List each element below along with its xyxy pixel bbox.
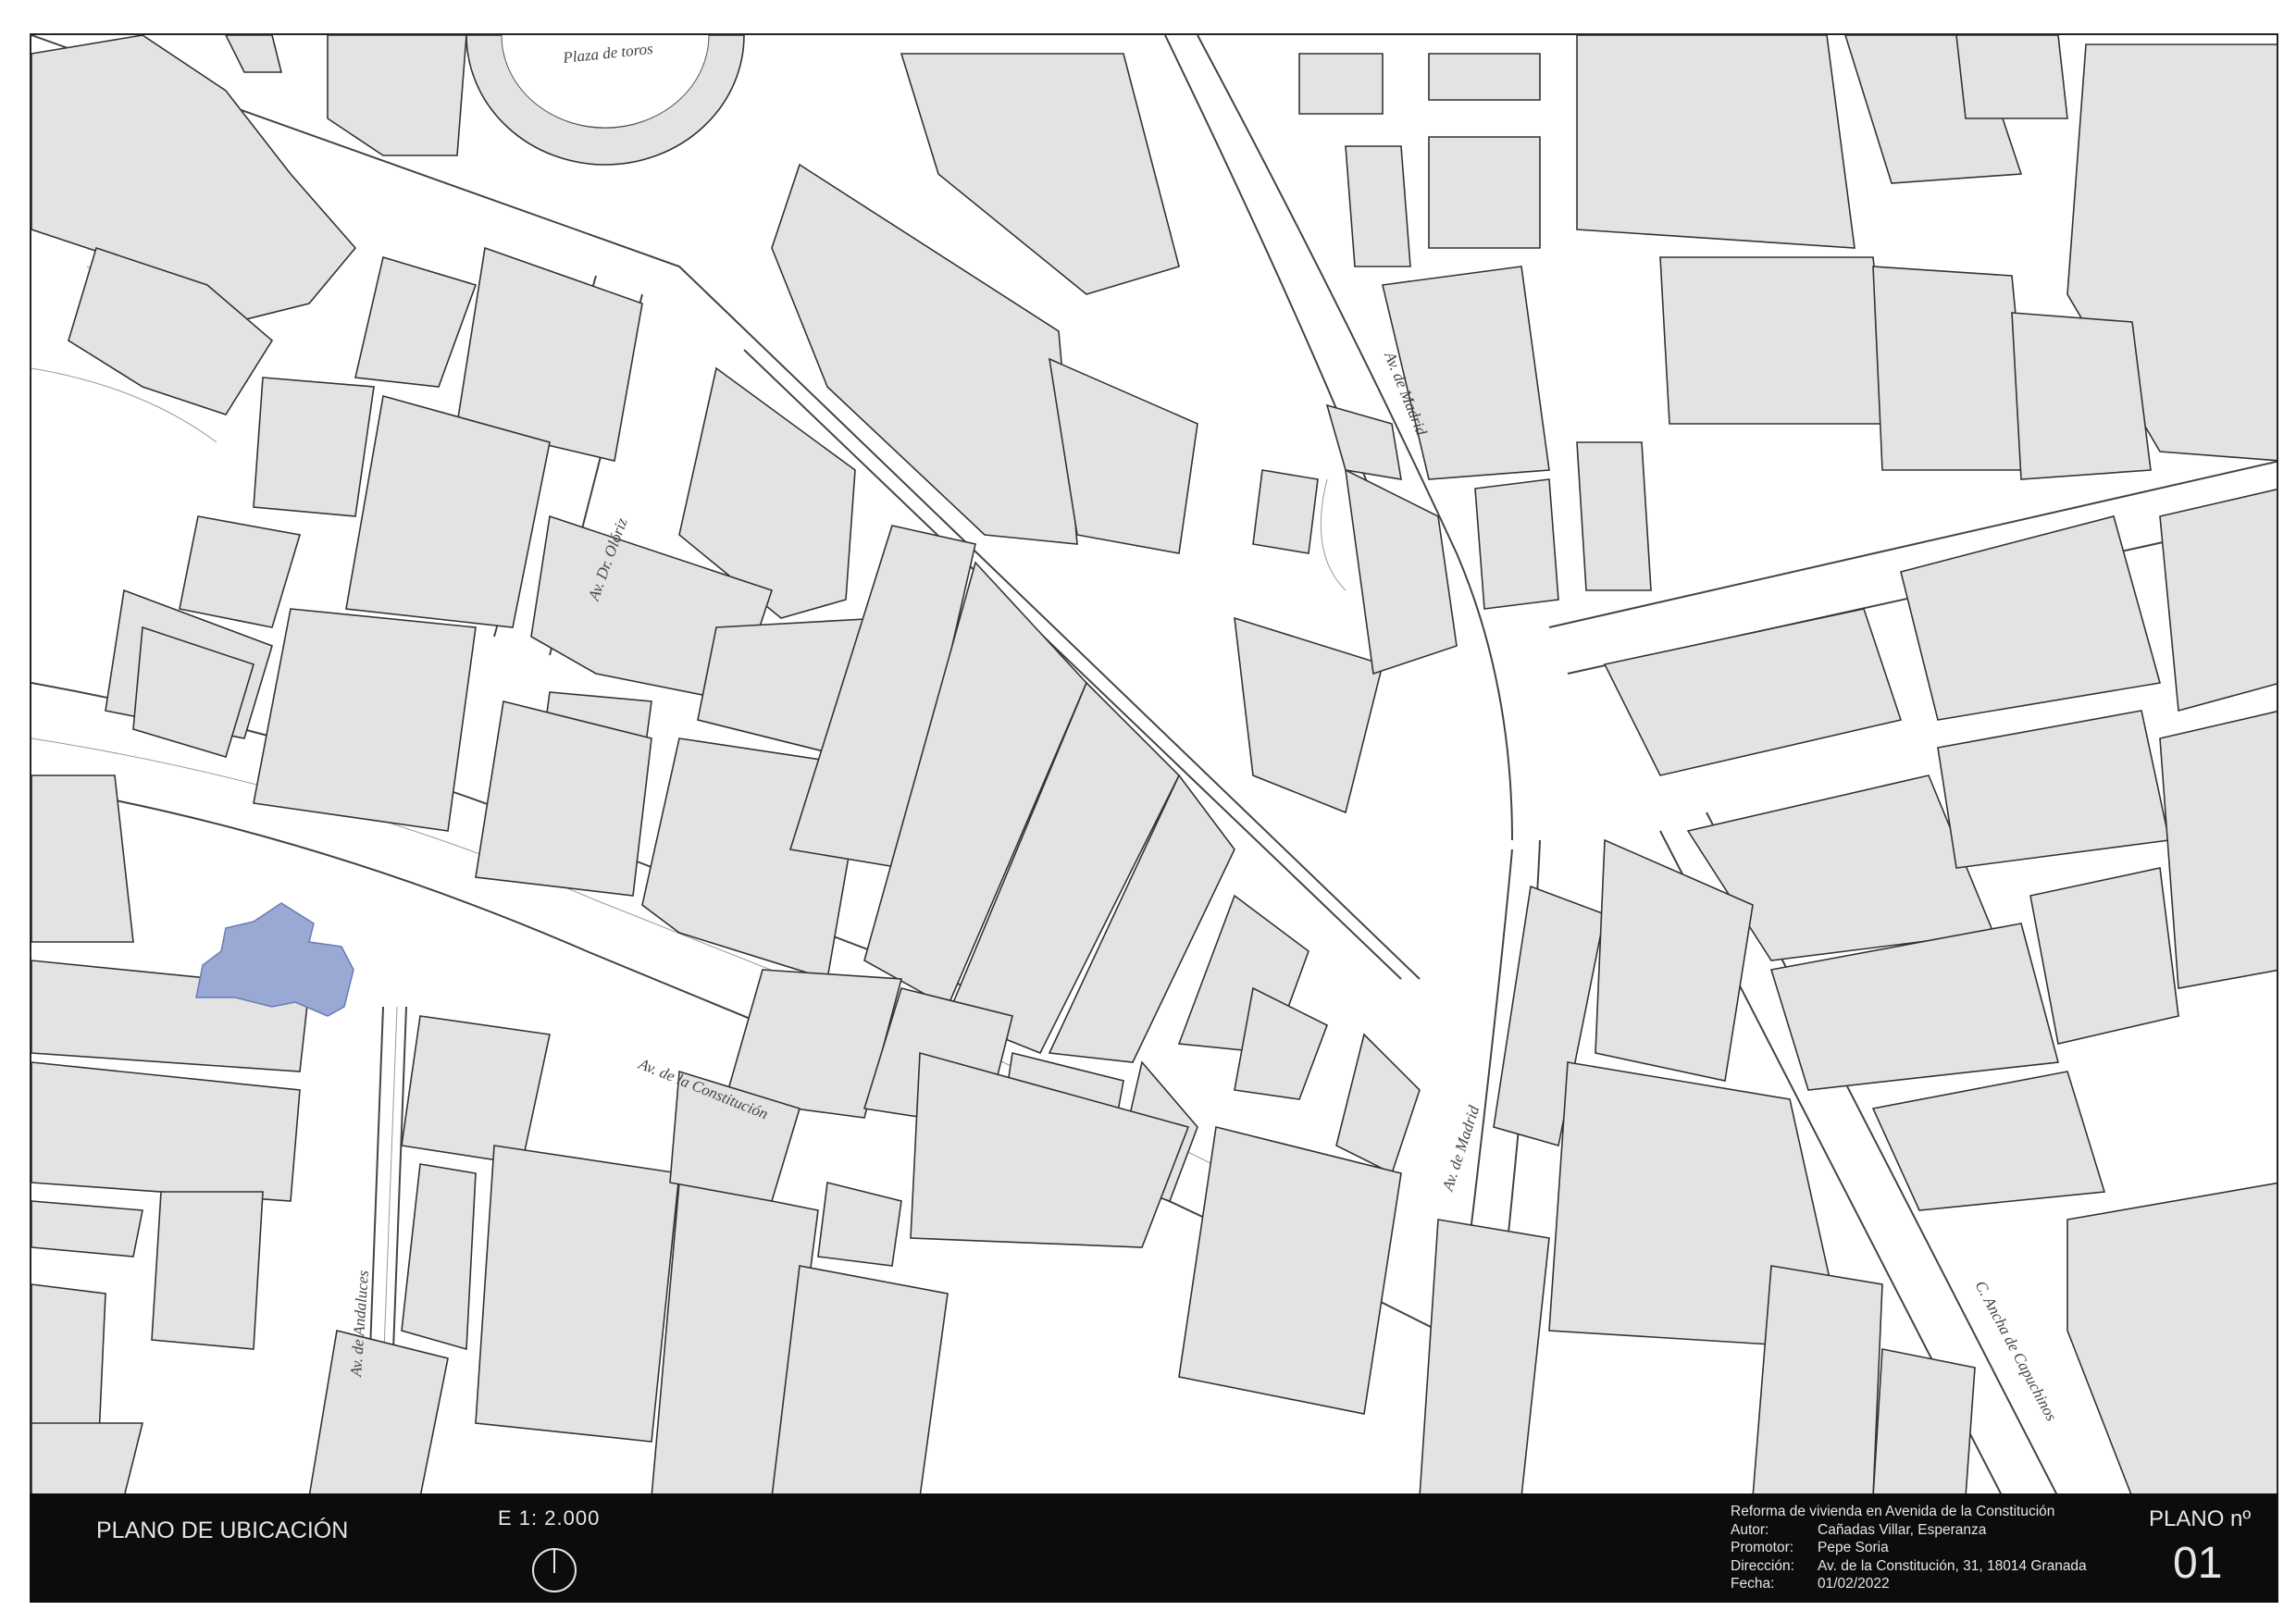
- plan-number: 01: [2173, 1539, 2223, 1588]
- street-label: C. Ancha de Capuchinos: [1971, 1278, 2060, 1424]
- info-row-date: Fecha: 01/02/2022: [1731, 1576, 1890, 1592]
- plan-title: PLANO DE UBICACIÓN: [96, 1518, 349, 1543]
- info-row-author: Autor: Cañadas Villar, Esperanza: [1731, 1521, 1987, 1538]
- drawing-sheet: Plaza de toros Av. Dr. Olóriz Av. de Mad…: [0, 0, 2296, 1623]
- title-block: PLANO DE UBICACIÓN E 1: 2.000 Reforma de…: [30, 1493, 2278, 1603]
- project-info: Reforma de vivienda en Avenida de la Con…: [1731, 1503, 2087, 1593]
- location-map[interactable]: Plaza de toros Av. Dr. Olóriz Av. de Mad…: [30, 33, 2278, 1495]
- scale-label: E 1: 2.000: [498, 1506, 601, 1530]
- plan-number-label: PLANO nº: [2149, 1506, 2252, 1531]
- project-name: Reforma de vivienda en Avenida de la Con…: [1731, 1504, 2055, 1519]
- info-row-address: Dirección: Av. de la Constitución, 31, 18…: [1731, 1557, 2087, 1574]
- map-canvas: Plaza de toros Av. Dr. Olóriz Av. de Mad…: [31, 35, 2277, 1493]
- info-row-promoter: Promotor: Pepe Soria: [1731, 1540, 1889, 1555]
- north-arrow-icon: [532, 1548, 577, 1592]
